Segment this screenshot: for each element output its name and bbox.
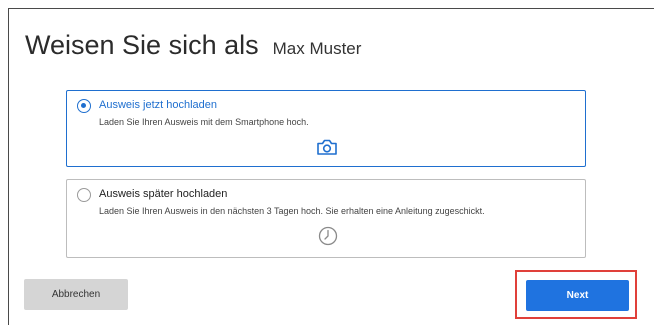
option-title: Ausweis später hochladen xyxy=(99,188,228,200)
cancel-button[interactable]: Abbrechen xyxy=(24,279,128,310)
next-button[interactable]: Next xyxy=(526,280,629,311)
user-name: Max Muster xyxy=(272,39,362,58)
page-title: Weisen Sie sich als xyxy=(25,30,259,60)
clock-icon xyxy=(318,226,338,251)
radio-upload-later[interactable] xyxy=(77,188,91,202)
option-upload-now[interactable]: Ausweis jetzt hochladen Laden Sie Ihren … xyxy=(66,90,586,167)
dialog-header: Weisen Sie sich als Max Muster xyxy=(25,30,361,61)
option-upload-later[interactable]: Ausweis später hochladen Laden Sie Ihren… xyxy=(66,179,586,258)
radio-upload-now[interactable] xyxy=(77,99,91,113)
camera-icon xyxy=(316,138,338,161)
option-title: Ausweis jetzt hochladen xyxy=(99,99,218,111)
option-description: Laden Sie Ihren Ausweis in den nächsten … xyxy=(99,206,485,216)
option-description: Laden Sie Ihren Ausweis mit dem Smartpho… xyxy=(99,117,309,127)
